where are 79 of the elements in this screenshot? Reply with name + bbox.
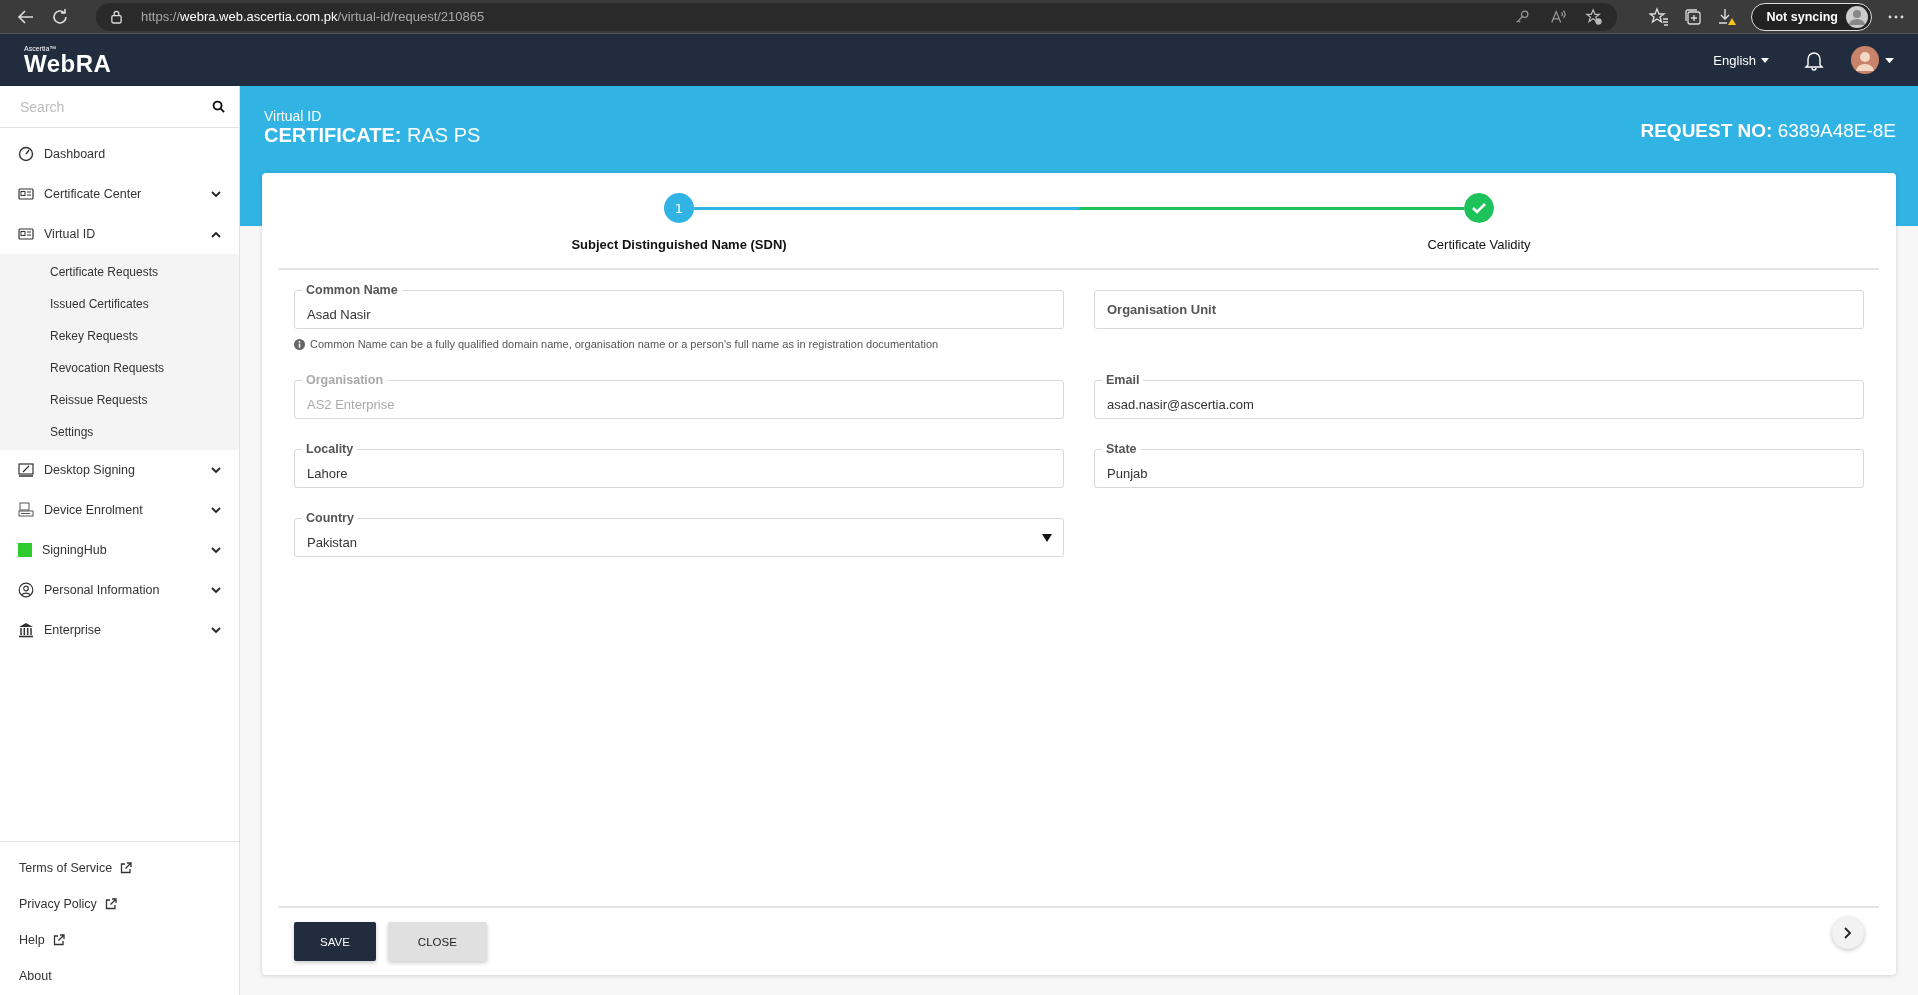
footer-link[interactable]: About xyxy=(19,966,52,985)
id-card-icon xyxy=(18,226,34,242)
nav-label: Personal Information xyxy=(44,583,161,597)
add-favorite-icon[interactable] xyxy=(1585,7,1604,26)
nav-item[interactable]: Virtual ID xyxy=(0,214,239,254)
profile-avatar-icon xyxy=(1846,5,1868,28)
device-icon xyxy=(18,502,34,518)
favorites-icon[interactable] xyxy=(1649,6,1670,27)
nav-item[interactable]: SigningHub xyxy=(0,530,239,570)
dropdown-caret-icon xyxy=(1042,534,1052,542)
user-icon xyxy=(18,582,34,598)
logo-text[interactable]: WebRA xyxy=(24,51,112,76)
chevron-right-icon xyxy=(1844,926,1852,939)
field-label: Organisation xyxy=(302,372,388,388)
submenu-item[interactable]: Rekey Requests xyxy=(0,320,239,352)
chevron-down-icon[interactable] xyxy=(211,466,221,474)
nav-label: Desktop Signing xyxy=(44,463,137,477)
nav-item[interactable]: Enterprise xyxy=(0,610,239,650)
input-field[interactable]: Organisation Unit xyxy=(1094,290,1864,329)
language-dropdown[interactable]: English xyxy=(1707,51,1775,69)
field-label: Locality xyxy=(302,441,358,457)
field-label: Country xyxy=(302,510,358,526)
chevron-down-icon[interactable] xyxy=(211,546,221,554)
user-avatar-icon[interactable] xyxy=(1851,46,1879,74)
footer-link[interactable]: Terms of Service xyxy=(19,858,133,877)
close-button[interactable]: CLOSE xyxy=(387,922,487,961)
profile-sync-button[interactable]: Not syncing xyxy=(1751,2,1872,31)
external-link-icon xyxy=(120,861,133,874)
external-link-icon xyxy=(52,933,65,946)
external-link-icon xyxy=(104,897,117,910)
step-label[interactable]: Certificate Validity xyxy=(1427,237,1531,252)
info-icon xyxy=(294,338,305,350)
download-warning-icon[interactable] xyxy=(1717,6,1738,27)
submenu-item[interactable]: Settings xyxy=(0,416,239,448)
submenu-item[interactable]: Reissue Requests xyxy=(0,384,239,416)
signinghub-icon xyxy=(18,543,32,557)
footer-link[interactable]: Help xyxy=(19,930,65,949)
nav-item[interactable]: Dashboard xyxy=(0,134,239,174)
chevron-down-icon[interactable] xyxy=(211,190,221,198)
footer-link[interactable]: Privacy Policy xyxy=(19,894,117,913)
save-button[interactable]: SAVE xyxy=(294,922,376,961)
chevron-down-icon[interactable] xyxy=(211,506,221,514)
collections-icon[interactable] xyxy=(1683,6,1704,27)
nav-label: Device Enrolment xyxy=(44,503,144,517)
chevron-down-icon[interactable] xyxy=(211,586,221,594)
nav-item[interactable]: Desktop Signing xyxy=(0,450,239,490)
id-card-icon xyxy=(18,186,34,202)
gauge-icon xyxy=(18,146,34,162)
pen-screen-icon xyxy=(18,462,34,478)
notification-bell-icon[interactable] xyxy=(1803,49,1825,71)
certificate-title: CERTIFICATE: RAS PS xyxy=(264,124,481,147)
request-number: REQUEST NO: 6389A48E-8E xyxy=(1640,120,1896,142)
submenu-item[interactable]: Certificate Requests xyxy=(0,256,239,288)
nav-item[interactable]: Device Enrolment xyxy=(0,490,239,530)
nav-label: Dashboard xyxy=(44,147,107,161)
caret-icon[interactable] xyxy=(1885,56,1894,64)
submenu-item[interactable]: Issued Certificates xyxy=(0,288,239,320)
breadcrumb-text: Virtual ID xyxy=(264,108,323,124)
step-label[interactable]: Subject Distinguished Name (SDN) xyxy=(571,237,787,252)
nav-item[interactable]: Certificate Center xyxy=(0,174,239,214)
lock-icon xyxy=(110,9,123,24)
chevron-down-icon[interactable] xyxy=(211,626,221,634)
step-done-check-icon[interactable] xyxy=(1464,193,1494,223)
search-field[interactable]: Search xyxy=(18,97,212,116)
nav-label: SigningHub xyxy=(42,543,108,557)
reload-icon[interactable] xyxy=(50,6,70,27)
field-hint: Common Name can be a fully qualified domain name, organisation name or a person's full name as in registration documentation xyxy=(310,338,939,350)
nav-label: Virtual ID xyxy=(44,227,97,241)
nav-label: Enterprise xyxy=(44,623,102,637)
nav-label: Certificate Center xyxy=(44,187,143,201)
next-button[interactable] xyxy=(1832,916,1864,949)
address-bar[interactable]: https://webra.web.ascertia.com.pk/virtual-id/request/210865 xyxy=(96,2,1618,31)
search-icon[interactable] xyxy=(212,100,225,113)
chevron-up-icon[interactable] xyxy=(211,230,221,238)
caret-icon xyxy=(1761,56,1769,64)
url-text: https://webra.web.ascertia.com.pk/virtual-id/request/210865 xyxy=(141,9,485,24)
nav-item[interactable]: Personal Information xyxy=(0,570,239,610)
bank-icon xyxy=(18,622,34,638)
submenu-item[interactable]: Revocation Requests xyxy=(0,352,239,384)
